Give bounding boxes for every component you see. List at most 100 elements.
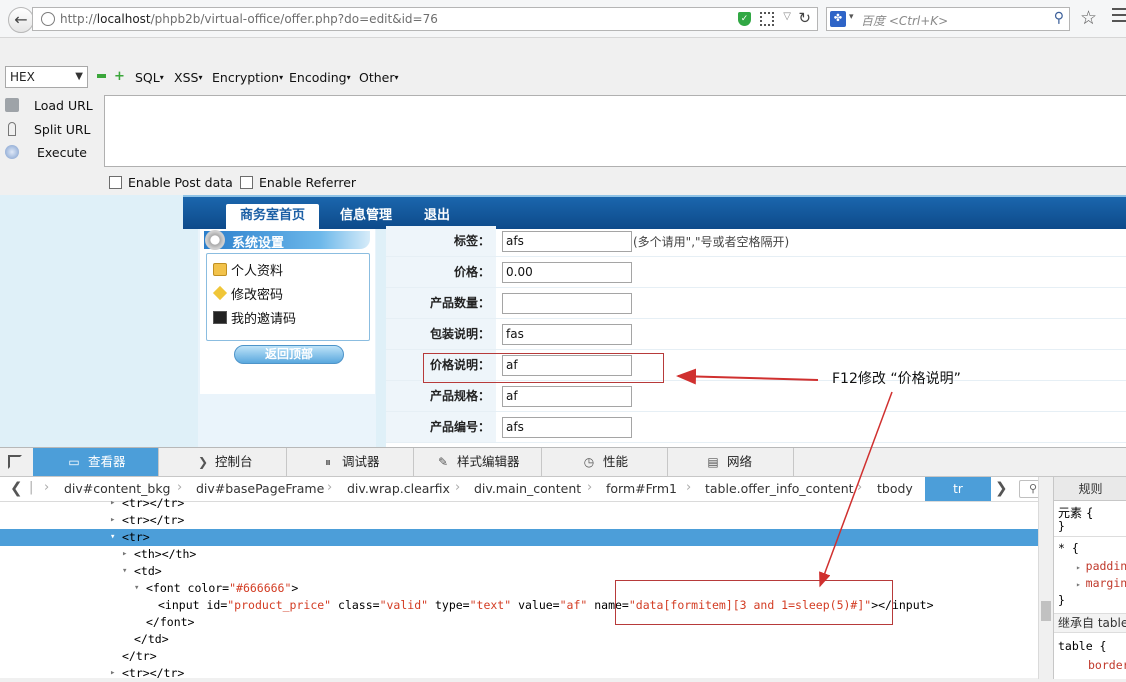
breadcrumb-item[interactable]: div#basePageFrame [196, 481, 324, 496]
enable-referrer-checkbox[interactable]: Enable Referrer [240, 175, 356, 190]
inherited-from-header: 继承自 table [1054, 613, 1126, 633]
search-input[interactable]: 百度 <Ctrl+K> [861, 12, 948, 29]
back-to-top-button[interactable]: 返回顶部 [234, 345, 344, 364]
sidebar-title: 系统设置 [232, 236, 285, 251]
element-picker-icon[interactable] [8, 455, 22, 469]
debugger-icon: ⏸ [324, 455, 331, 469]
quantity-input[interactable] [502, 293, 632, 314]
tab-style-editor[interactable]: ✎ 样式编辑器 [414, 448, 542, 476]
reload-icon[interactable]: ↻ [798, 9, 811, 27]
twisty-icon[interactable]: ▾ [122, 563, 127, 580]
back-button[interactable]: ← [8, 7, 34, 33]
dom-node-line[interactable]: </td> [0, 631, 1038, 648]
play-icon [5, 145, 19, 159]
tab-performance[interactable]: ◷ 性能 [542, 448, 668, 476]
breadcrumb-item[interactable]: div.main_content [474, 481, 581, 496]
xss-menu[interactable]: XSS▾ [174, 70, 202, 85]
sidebar-item-invite-code[interactable]: 我的邀请码 [231, 308, 296, 327]
devtools-panel: ▭ 查看器 ❯ 控制台 ⏸ 调试器 ✎ 样式编辑器 ◷ 性能 ▤ 网络 ❮ | › div#… [0, 447, 1126, 680]
highlight-box-price-note [423, 353, 664, 383]
breadcrumb-item[interactable]: table.offer_info_content [705, 481, 854, 496]
sidebar-item-profile[interactable]: 个人资料 [231, 260, 283, 279]
price-input[interactable]: 0.00 [502, 262, 632, 283]
load-url-icon [5, 98, 19, 112]
encoding-select[interactable]: HEX ▼ [5, 66, 88, 88]
search-bar[interactable]: ✤ ▾ 百度 <Ctrl+K> ⚲ [826, 7, 1070, 31]
tab-network[interactable]: ▤ 网络 [668, 448, 794, 476]
dom-node-line[interactable]: ▸ <tr></tr> [0, 495, 1038, 512]
tags-hint: (多个请用","号或者空格隔开) [633, 235, 790, 249]
rules-pane: 规则 元素 { } * { ▸ paddin ▸ margin } 继承自 ta… [1053, 477, 1126, 679]
sidebar-menu: 个人资料 修改密码 我的邀请码 [206, 253, 370, 341]
product-code-input[interactable]: afs [502, 417, 632, 438]
encoding-menu[interactable]: Encoding▾ [289, 70, 351, 85]
style-editor-icon: ✎ [437, 455, 449, 469]
dom-node-line[interactable]: ▸ <tr></tr> [0, 512, 1038, 529]
twisty-icon[interactable]: ▸ [110, 495, 115, 512]
twisty-icon[interactable]: ▾ [134, 580, 139, 597]
terminal-icon [213, 311, 227, 324]
twisty-icon[interactable]: ▾ [110, 529, 115, 546]
dom-node-line[interactable]: ▾ <td> [0, 563, 1038, 580]
twisty-icon[interactable]: ▸ [122, 546, 127, 563]
breadcrumb-item[interactable]: tbody [877, 481, 913, 496]
tab-rules[interactable]: 规则 [1054, 477, 1126, 501]
globe-icon [41, 12, 55, 26]
dom-node-line[interactable]: </tr> [0, 648, 1038, 665]
twisty-icon[interactable]: ▸ [110, 512, 115, 529]
spec-input[interactable]: af [502, 386, 632, 407]
chevron-down-icon: ▼ [75, 71, 83, 82]
url-text[interactable]: http://localhost/phpb2b/virtual-office/o… [60, 12, 438, 26]
breadcrumb-item[interactable]: div.wrap.clearfix [347, 481, 450, 496]
scrollbar-thumb[interactable] [1041, 601, 1051, 621]
tab-inspector[interactable]: ▭ 查看器 [33, 448, 159, 476]
web-page: 商务室首页 信息管理 退出 系统设置 个人资料 修改密码 我的邀请码 返回顶部 … [0, 195, 1126, 447]
baidu-paw-icon[interactable]: ✤ [830, 11, 846, 27]
user-icon [213, 263, 227, 276]
site-nav-bar: 商务室首页 信息管理 退出 [183, 195, 1126, 231]
encryption-menu[interactable]: Encryption▾ [212, 70, 283, 85]
tab-debugger[interactable]: ⏸ 调试器 [287, 448, 414, 476]
form-row-packaging: 包装说明： fas [386, 319, 1126, 350]
inspector-icon: ▭ [68, 455, 80, 469]
hamburger-menu-icon[interactable] [1112, 8, 1126, 26]
sql-menu[interactable]: SQL▾ [135, 70, 164, 85]
load-url-button[interactable]: Load URL [0, 96, 100, 116]
sidebar-item-change-password[interactable]: 修改密码 [231, 284, 283, 303]
chevron-down-icon[interactable]: ▾ [849, 12, 854, 22]
offer-form: 标签： afs (多个请用","号或者空格隔开) 价格： 0.00 产品数量： … [386, 226, 1126, 447]
execute-button[interactable]: Execute [0, 143, 100, 163]
plus-icon[interactable]: + [114, 69, 125, 84]
dom-node-line[interactable]: ▸ <th></th> [0, 546, 1038, 563]
network-icon: ▤ [707, 455, 719, 469]
key-icon [212, 285, 228, 301]
split-url-button[interactable]: Split URL [0, 120, 100, 140]
form-row-spec: 产品规格： af [386, 381, 1126, 412]
tags-input[interactable]: afs [502, 231, 632, 252]
other-menu[interactable]: Other▾ [359, 70, 399, 85]
scrollbar[interactable] [1038, 477, 1053, 679]
dom-node-line[interactable]: ▾ <tr> [0, 529, 1038, 546]
highlight-box-name-attr [615, 580, 893, 625]
minus-icon[interactable] [97, 74, 106, 78]
hackbar-panel: HEX ▼ + SQL▾ XSS▾ Encryption▾ Encoding▾ O… [0, 38, 1126, 195]
breadcrumb-item[interactable]: form#Frm1 [606, 481, 677, 496]
nav-tab-home[interactable]: 商务室首页 [226, 204, 319, 231]
shield-icon[interactable]: ✓ [738, 12, 751, 26]
twisty-icon[interactable]: ▸ [110, 665, 115, 682]
form-row-price: 价格： 0.00 [386, 257, 1126, 288]
qr-code-icon[interactable] [760, 12, 774, 26]
bookmark-star-icon[interactable]: ☆ [1080, 7, 1097, 29]
dom-node-line[interactable]: ▸ <tr></tr> [0, 665, 1038, 682]
breadcrumb-item[interactable]: div#content_bkg [64, 481, 171, 496]
sidebar: 系统设置 个人资料 修改密码 我的邀请码 返回顶部 [198, 229, 376, 447]
chevron-down-icon[interactable]: ▽ [783, 11, 791, 22]
packaging-input[interactable]: fas [502, 324, 632, 345]
tab-console[interactable]: ❯ 控制台 [159, 448, 287, 476]
form-row-tags: 标签： afs (多个请用","号或者空格隔开) [386, 226, 1126, 257]
url-bar[interactable]: http://localhost/phpb2b/virtual-office/o… [32, 7, 818, 31]
enable-post-data-checkbox[interactable]: Enable Post data [109, 175, 233, 190]
search-icon[interactable]: ⚲ [1054, 10, 1064, 26]
console-icon: ❯ [197, 455, 209, 469]
url-textarea[interactable] [104, 95, 1126, 167]
